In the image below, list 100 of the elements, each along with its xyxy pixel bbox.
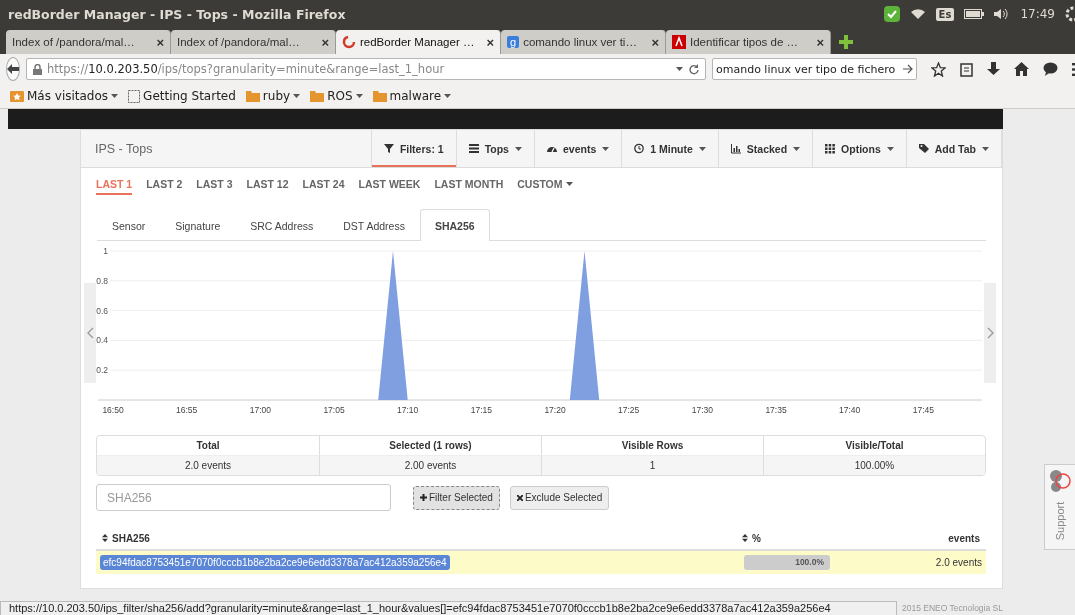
range-link[interactable]: CUSTOM (517, 178, 573, 193)
browser-tab[interactable]: Identificar tipos de … × (666, 30, 831, 54)
y-tick-label: 0.2 (96, 365, 108, 376)
range-link[interactable]: LAST MONTH (434, 178, 504, 193)
filter-icon (383, 143, 394, 154)
tab[interactable]: Signature (160, 209, 236, 241)
folder-icon (310, 90, 325, 102)
x-tick-label: 17:20 (544, 405, 566, 415)
bookmarks-folder-icon (10, 90, 24, 102)
close-icon[interactable]: × (651, 34, 659, 50)
column-header[interactable]: events (886, 532, 986, 544)
folder-icon (372, 90, 387, 102)
bookmark[interactable]: ROS (310, 89, 363, 103)
column-header[interactable]: SHA256 (96, 532, 736, 544)
status-bar: https://10.0.203.50/ips_filter/sha256/add?granularity=minute&range=last_1_hour&values[]=efc94fdac8753451e7070f0cccb1b8e2ba2ce9e6edd3378a7ac412a359a256e4 (0, 601, 897, 615)
range-link[interactable]: LAST 2 (146, 178, 183, 193)
x-tick-label: 17:15 (470, 405, 492, 415)
browser-tab[interactable]: g comando linux ver ti… × (501, 30, 666, 54)
tab[interactable]: Sensor (97, 209, 161, 241)
wifi-icon[interactable] (909, 8, 926, 20)
grid-icon (825, 143, 836, 154)
plus-icon[interactable] (839, 35, 853, 49)
bar-chart-icon (730, 143, 741, 154)
x-tick-label: 17:40 (839, 405, 861, 415)
x-tick-label: 17:35 (765, 405, 787, 415)
page-icon (128, 89, 141, 103)
close-icon[interactable]: × (486, 34, 494, 50)
clock-icon (634, 143, 645, 154)
close-icon[interactable]: × (321, 34, 329, 50)
address-field[interactable]: https://10.0.203.50/ips/tops?granularity=minute&range=last_1_hour (26, 58, 706, 80)
x-tick-label: 17:45 (912, 405, 934, 415)
x-tick-label: 17:30 (691, 405, 713, 415)
star-icon[interactable] (931, 61, 946, 77)
action-button[interactable]: Filter Selected (413, 485, 500, 510)
table-cell: 2.0 events (97, 455, 319, 475)
browser-tab[interactable]: redBorder Manager … × (336, 30, 501, 54)
x-tick-label: 17:25 (618, 405, 640, 415)
close-icon[interactable]: × (816, 34, 824, 50)
filter-field[interactable]: SHA256 (96, 484, 391, 511)
speaker-icon[interactable] (994, 8, 1011, 20)
tab[interactable]: SRC Address (235, 209, 329, 241)
browser-tab[interactable]: Index of /pandora/mal… × (171, 30, 336, 54)
hash-cell[interactable]: efc94fdac8753451e7070f0cccb1b8e2ba2ce9e6edd3378a7ac412a359a256e4 (100, 555, 450, 570)
toolbar-button[interactable]: Add Tab (905, 130, 1002, 167)
plus-icon (420, 494, 427, 501)
check-icon[interactable] (883, 6, 900, 22)
table-cell: 100.00% (763, 455, 985, 475)
column-header: Total (195, 439, 221, 453)
close-icon (516, 494, 523, 501)
tab[interactable]: DST Address (328, 209, 420, 241)
toolbar-button[interactable]: Filters: 1 (370, 130, 456, 167)
panel-title: IPS - Tops (94, 140, 154, 158)
clock[interactable]: 17:49 (1020, 7, 1055, 21)
list-icon (468, 143, 479, 154)
table-cell: 1 (541, 455, 763, 475)
browser-tab[interactable]: Index of /pandora/mal… × (6, 30, 171, 54)
table-cell-text: 2.0 events (935, 557, 983, 568)
y-tick-label: 1 (103, 246, 108, 256)
back-arrow-icon (7, 64, 19, 74)
bookmark[interactable]: malware (372, 89, 452, 103)
y-tick-label: 0.8 (96, 275, 108, 286)
home-icon[interactable] (1014, 62, 1029, 76)
search-field[interactable]: omando linux ver tipo de fichero (712, 58, 917, 80)
bookmark[interactable]: ruby (245, 89, 301, 103)
range-link[interactable]: LAST WEEK (358, 178, 421, 193)
footer-text: 2015 ENEO Tecnologia SL (901, 603, 1003, 615)
lock-icon (33, 63, 42, 75)
range-link[interactable]: LAST 3 (196, 178, 233, 193)
folder-icon (245, 90, 260, 102)
close-icon[interactable]: × (156, 34, 164, 50)
caret-icon (676, 67, 683, 71)
swirl-icon (342, 35, 356, 49)
battery-icon[interactable] (964, 9, 985, 19)
range-link[interactable]: LAST 24 (302, 178, 345, 193)
clipboard-icon[interactable] (960, 61, 973, 77)
table-row[interactable]: efc94fdac8753451e7070f0cccb1b8e2ba2ce9e6edd3378a7ac412a359a256e4 100.0% 2.0 events (96, 551, 986, 574)
x-tick-label: 16:50 (102, 405, 124, 415)
bookmark[interactable]: Getting Started (128, 89, 236, 103)
chat-bubbles-icon (1048, 469, 1072, 493)
x-tick-label: 16:55 (176, 405, 198, 415)
action-button[interactable]: Exclude Selected (509, 485, 610, 510)
reload-icon[interactable] (688, 63, 699, 75)
tag-icon (918, 143, 929, 154)
column-header[interactable]: % (736, 532, 886, 544)
g-icon: g (507, 36, 520, 48)
tab[interactable]: SHA256 (419, 209, 490, 241)
x-tick-label: 17:00 (249, 405, 271, 415)
bookmark[interactable]: Más visitados (10, 89, 119, 103)
x-tick-label: 17:05 (323, 405, 345, 415)
download-icon[interactable] (987, 61, 1000, 77)
percent-label: 100.0% (795, 557, 824, 567)
y-tick-label: 0.6 (96, 305, 108, 316)
y-tick-label: 0.4 (96, 335, 108, 346)
range-link[interactable]: LAST 12 (246, 178, 289, 193)
chat-icon[interactable] (1043, 62, 1058, 76)
x-tick-label: 17:10 (397, 405, 419, 415)
arrow-right-icon[interactable] (903, 64, 913, 74)
back-button[interactable] (6, 57, 20, 81)
table-cell: 2.00 events (319, 455, 541, 475)
keyboard-layout-indicator[interactable]: Es (935, 7, 955, 21)
